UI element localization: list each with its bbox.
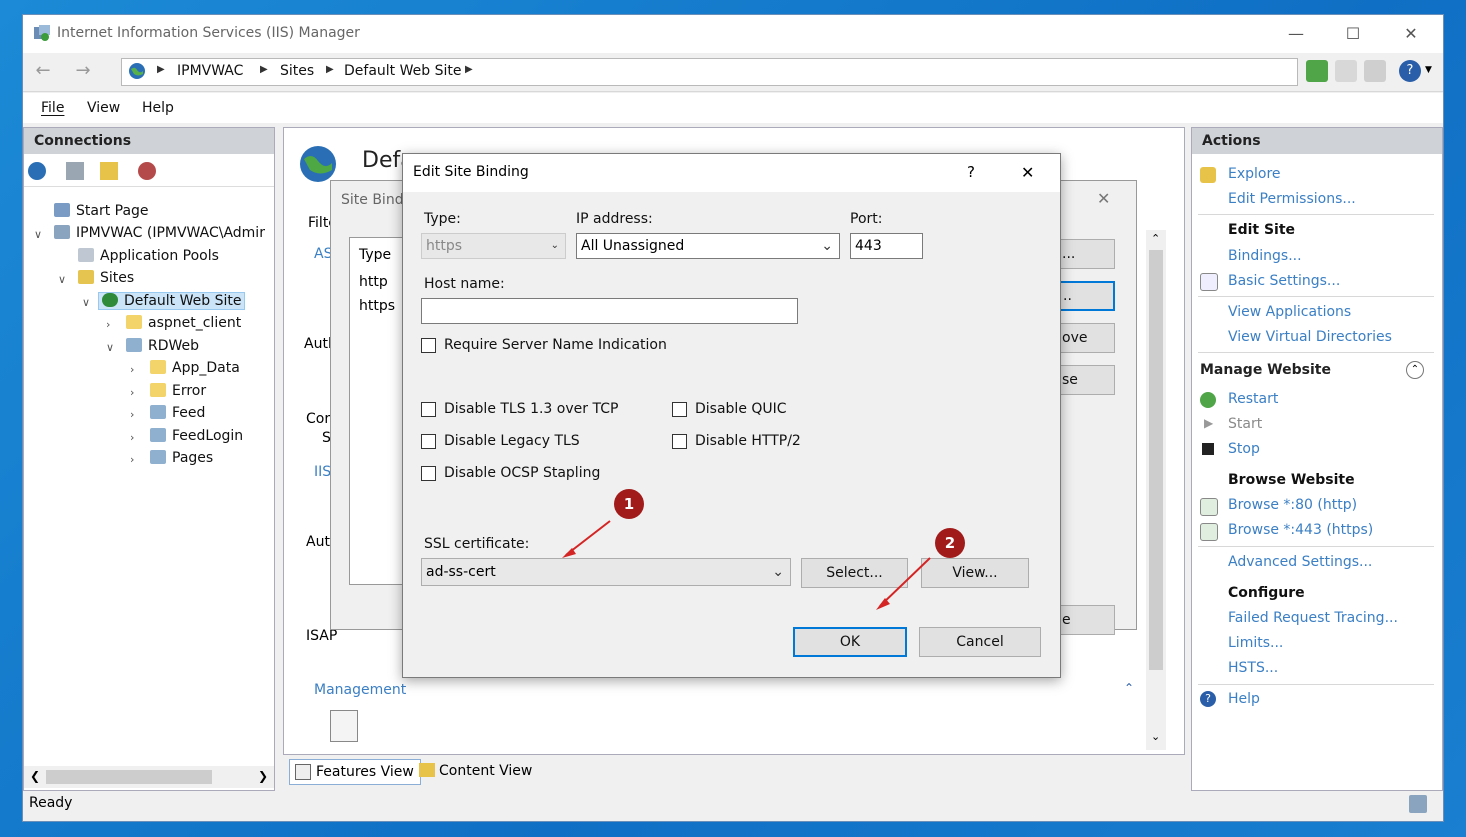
annotation-arrow-2: [879, 557, 931, 607]
annotation-arrows: [562, 520, 931, 610]
annotation-badge-1: 1: [614, 489, 644, 519]
annotation-badge-2: 2: [935, 528, 965, 558]
